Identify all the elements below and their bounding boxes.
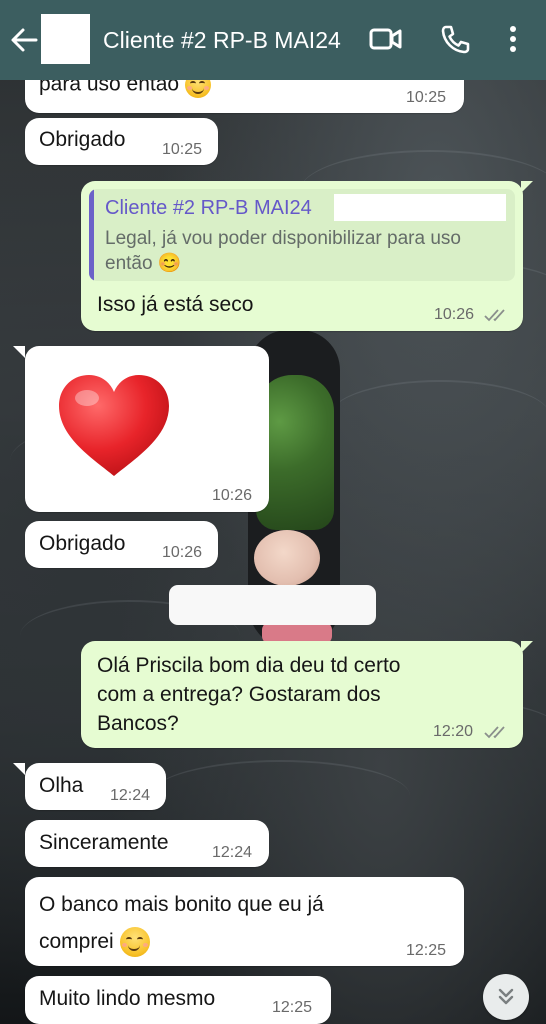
message-text: Olha bbox=[39, 774, 84, 797]
message-text: Sinceramente bbox=[39, 831, 169, 854]
date-separator-chip bbox=[169, 585, 376, 625]
message-time: 10:26 bbox=[212, 487, 253, 504]
bubble-tail bbox=[521, 181, 533, 193]
message-bubble-outgoing[interactable]: Olá Priscila bom dia deu td certo com a … bbox=[81, 641, 523, 748]
message-line: O banco mais bonito que eu já bbox=[39, 893, 324, 916]
message-text: Muito lindo mesmo bbox=[39, 987, 216, 1010]
water-ripple bbox=[330, 380, 546, 452]
chat-title[interactable]: Cliente #2 RP-B MAI24 bbox=[103, 24, 348, 56]
message-time: 12:20 bbox=[433, 723, 474, 740]
message-line: comprei bbox=[39, 923, 324, 960]
read-ticks-icon bbox=[484, 726, 505, 739]
quoted-text: Legal, já vou poder disponibilizar para … bbox=[105, 228, 461, 274]
message-line: com a entrega? Gostaram dos bbox=[97, 683, 381, 706]
more-vertical-icon[interactable] bbox=[505, 24, 521, 54]
contact-avatar[interactable] bbox=[41, 14, 90, 64]
message-time: 12:24 bbox=[212, 844, 253, 861]
red-heart-emoji-icon bbox=[59, 375, 169, 476]
message-bubble-incoming[interactable]: Olha 12:24 bbox=[25, 763, 166, 810]
message-time: 10:26 bbox=[162, 544, 203, 561]
quote-accent-bar bbox=[89, 189, 94, 281]
quoted-author: Cliente #2 RP-B MAI24 bbox=[105, 197, 312, 219]
read-ticks-icon bbox=[484, 309, 505, 322]
message-text: Obrigado bbox=[39, 532, 126, 555]
message-bubble-incoming[interactable]: Obrigado 10:26 bbox=[25, 521, 218, 568]
message-time: 12:24 bbox=[110, 787, 151, 804]
message-time: 12:25 bbox=[406, 942, 447, 959]
bubble-tail bbox=[13, 346, 25, 358]
message-time: 10:25 bbox=[162, 141, 203, 158]
message-time: 10:25 bbox=[406, 89, 447, 106]
arrow-left-icon[interactable] bbox=[10, 27, 38, 53]
chevrons-down-icon bbox=[498, 988, 514, 1005]
hat-shape bbox=[254, 530, 320, 586]
message-time: 10:26 bbox=[434, 306, 475, 323]
header-controls: Cliente #2 RP-B MAI24 bbox=[0, 0, 546, 80]
message-bubble-incoming[interactable]: Muito lindo mesmo 12:25 bbox=[25, 976, 331, 1024]
phone-icon[interactable] bbox=[440, 24, 470, 54]
message-text: Isso já está seco bbox=[97, 293, 254, 316]
message-bubble-incoming[interactable]: O banco mais bonito que eu já comprei 12… bbox=[25, 877, 464, 966]
message-bubble-incoming[interactable]: Obrigado 10:25 bbox=[25, 118, 218, 165]
redacted-area bbox=[334, 194, 506, 221]
scroll-to-bottom-button[interactable] bbox=[483, 974, 529, 1020]
video-call-icon[interactable] bbox=[369, 24, 403, 54]
message-bubble-incoming[interactable]: Sinceramente 12:24 bbox=[25, 820, 269, 867]
message-bubble-incoming[interactable]: 10:26 bbox=[25, 346, 269, 512]
message-line: Bancos? bbox=[97, 712, 179, 735]
message-text: Olá Priscila bom dia deu td certo com a … bbox=[97, 651, 400, 738]
message-line: Olá Priscila bom dia deu td certo bbox=[97, 654, 401, 677]
message-line-text: comprei bbox=[39, 930, 114, 953]
bubble-tail bbox=[13, 763, 25, 775]
message-time: 12:25 bbox=[272, 999, 313, 1016]
smiling-face-emoji-icon bbox=[119, 927, 150, 958]
message-text: Obrigado bbox=[39, 128, 126, 151]
message-text: O banco mais bonito que eu já comprei bbox=[39, 886, 324, 960]
quoted-message[interactable]: Cliente #2 RP-B MAI24 Legal, já vou pode… bbox=[89, 189, 515, 281]
bubble-tail bbox=[521, 641, 533, 653]
